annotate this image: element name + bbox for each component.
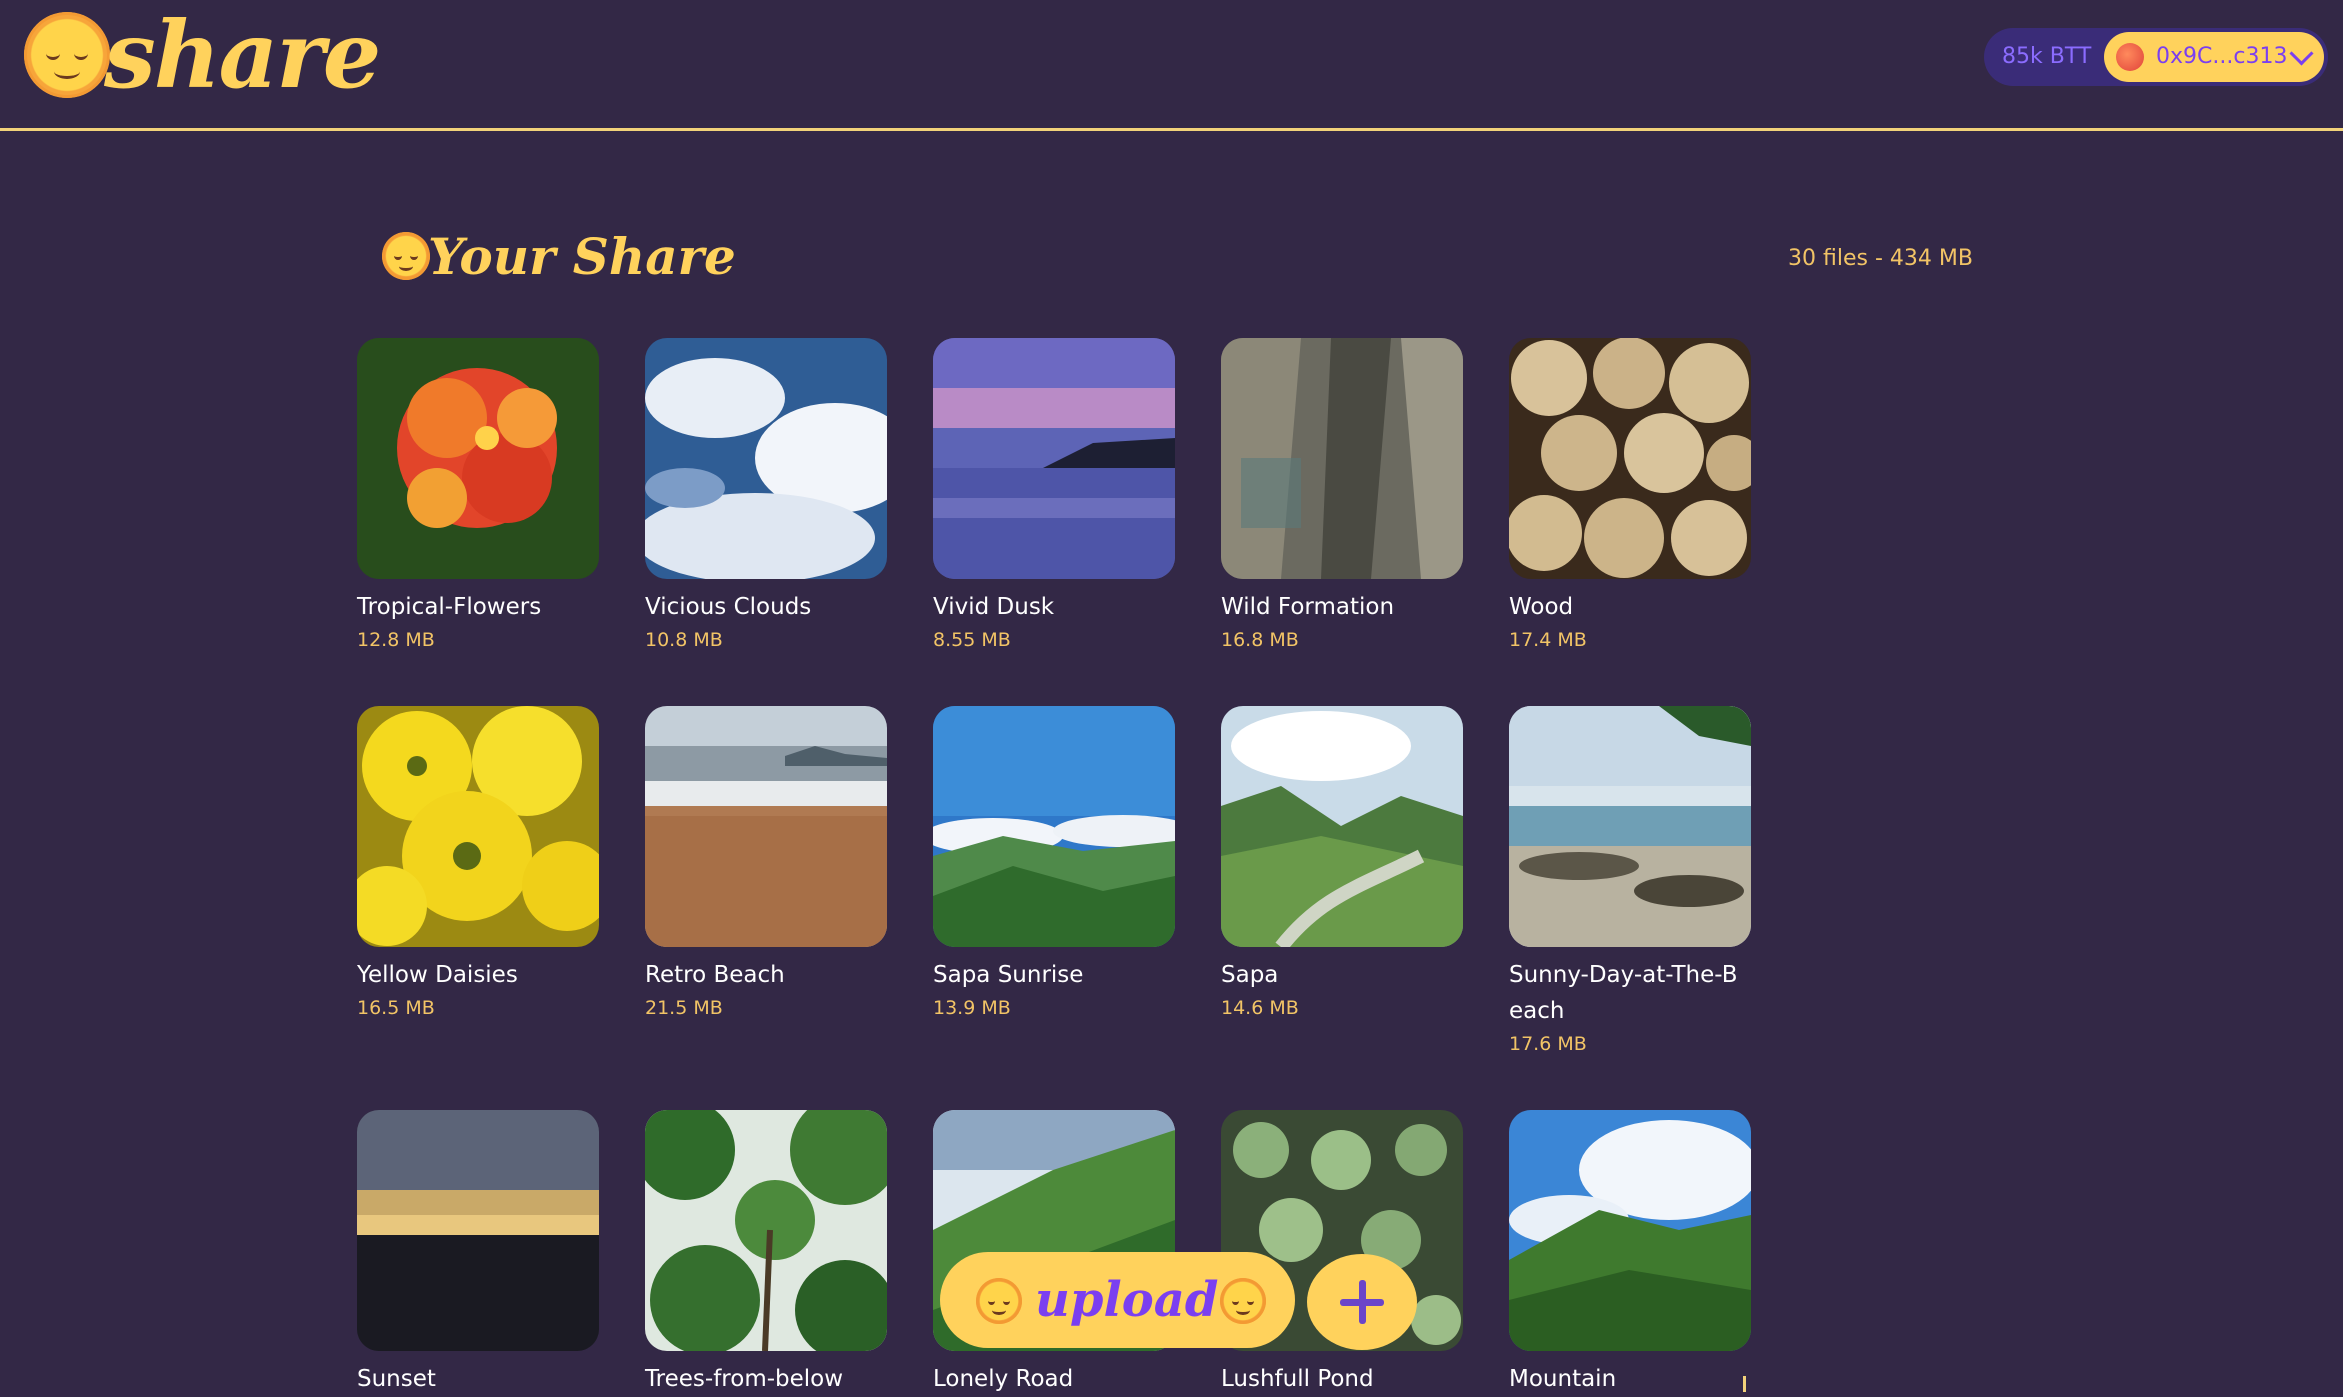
file-name: Sapa Sunrise — [933, 962, 1084, 988]
account-address: 0x9C...c313 — [2156, 44, 2288, 69]
file-card[interactable]: Vivid Dusk 8.55 MB — [933, 338, 1175, 653]
file-thumbnail[interactable] — [357, 1110, 599, 1351]
sun-logo-icon[interactable] — [24, 12, 110, 98]
file-card[interactable]: Trees-from-below — [645, 1110, 887, 1397]
upload-label: upload — [1035, 1272, 1219, 1328]
file-size: 10.8 MB — [645, 629, 723, 651]
file-thumbnail[interactable] — [645, 1110, 887, 1351]
file-size: 17.4 MB — [1509, 629, 1587, 651]
file-name: Sunny-Day-at-The-Beach — [1509, 962, 1738, 1024]
file-size: 12.8 MB — [357, 629, 435, 651]
file-thumbnail[interactable] — [933, 338, 1175, 579]
top-bar: share 85k BTT 0x9C...c313 — [0, 0, 2343, 131]
file-name: Sapa — [1221, 962, 1279, 988]
file-card[interactable]: Wild Formation 16.8 MB — [1221, 338, 1463, 653]
file-size: 16.8 MB — [1221, 629, 1299, 651]
sun-icon — [1220, 1278, 1266, 1324]
file-size: 8.55 MB — [933, 629, 1011, 651]
file-name: Wood — [1509, 594, 1574, 620]
file-card[interactable]: Sunny-Day-at-The-Beach 17.6 MB — [1509, 706, 1751, 1057]
sun-icon — [976, 1278, 1022, 1324]
page-title: Your Share — [428, 227, 736, 286]
file-thumbnail[interactable] — [1509, 1110, 1751, 1351]
file-thumbnail[interactable] — [1509, 338, 1751, 579]
file-name: Tropical-Flowers — [357, 594, 542, 620]
title-sun-icon — [382, 232, 430, 280]
file-name: Retro Beach — [645, 962, 785, 988]
file-name: Wild Formation — [1221, 594, 1395, 620]
file-card[interactable]: Yellow Daisies 16.5 MB — [357, 706, 599, 1021]
file-card[interactable]: Wood 17.4 MB — [1509, 338, 1751, 653]
file-size: 17.6 MB — [1509, 1033, 1587, 1055]
wallet-widget[interactable]: 85k BTT 0x9C...c313 — [1984, 28, 2328, 86]
file-card[interactable]: Vicious Clouds 10.8 MB — [645, 338, 887, 653]
account-avatar — [2116, 43, 2144, 71]
account-button[interactable]: 0x9C...c313 — [2104, 32, 2324, 82]
file-card[interactable]: Mountain — [1509, 1110, 1751, 1397]
file-card[interactable]: Sapa Sunrise 13.9 MB — [933, 706, 1175, 1021]
plus-icon[interactable] — [1307, 1254, 1417, 1350]
file-thumbnail[interactable] — [1509, 706, 1751, 947]
file-size: 13.9 MB — [933, 997, 1011, 1019]
file-card[interactable]: Sunset — [357, 1110, 599, 1397]
file-card[interactable]: Tropical-Flowers 12.8 MB — [357, 338, 599, 653]
file-thumbnail[interactable] — [1221, 338, 1463, 579]
file-thumbnail[interactable] — [357, 706, 599, 947]
scroll-indicator[interactable] — [1743, 1376, 1746, 1392]
file-thumbnail[interactable] — [645, 338, 887, 579]
chevron-down-icon[interactable] — [2289, 41, 2314, 66]
token-balance: 85k BTT — [2002, 44, 2092, 69]
storage-stats: 30 files - 434 MB — [1788, 246, 1973, 271]
file-thumbnail[interactable] — [645, 706, 887, 947]
file-thumbnail[interactable] — [1221, 706, 1463, 947]
file-name: Yellow Daisies — [357, 962, 518, 988]
file-thumbnail[interactable] — [933, 706, 1175, 947]
app-logo[interactable]: share — [104, 0, 381, 110]
file-card[interactable]: Sapa 14.6 MB — [1221, 706, 1463, 1021]
file-name: Vicious Clouds — [645, 594, 812, 620]
file-size: 16.5 MB — [357, 997, 435, 1019]
file-card[interactable]: Retro Beach 21.5 MB — [645, 706, 887, 1021]
file-size: 14.6 MB — [1221, 997, 1299, 1019]
upload-button[interactable]: upload — [940, 1252, 1295, 1348]
file-name: Vivid Dusk — [933, 594, 1055, 620]
file-thumbnail[interactable] — [357, 338, 599, 579]
file-size: 21.5 MB — [645, 997, 723, 1019]
